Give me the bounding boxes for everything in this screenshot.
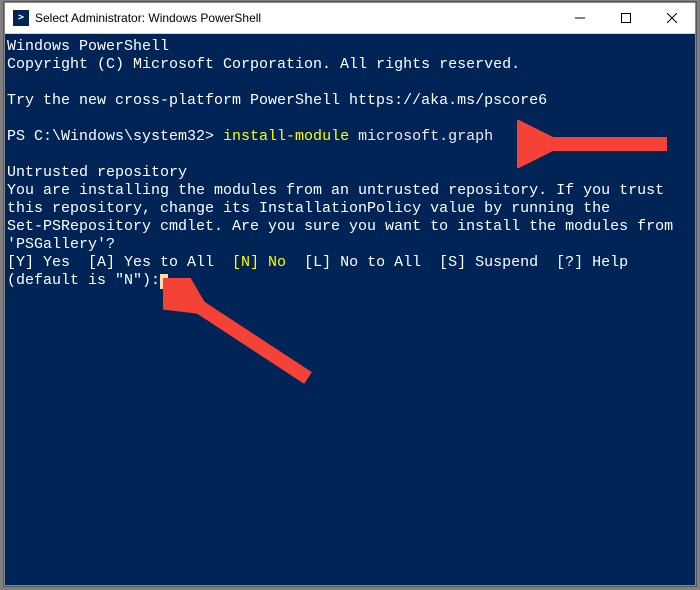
terminal-area[interactable]: Windows PowerShell Copyright (C) Microso… [5, 34, 695, 294]
warn-body: You are installing the modules from an u… [7, 182, 673, 253]
option-no: [N] No [232, 254, 286, 271]
maximize-button[interactable] [603, 3, 649, 34]
close-button[interactable] [649, 3, 695, 34]
option-help: [?] Help [556, 254, 628, 271]
option-yes-all: [A] Yes to All [88, 254, 232, 271]
annotation-arrow-2 [163, 278, 333, 398]
option-no-all: [L] No to All [286, 254, 439, 271]
default-hint: (default is "N"): [7, 272, 160, 289]
cmd-argument: microsoft.graph [349, 128, 493, 145]
powershell-window: Select Administrator: Windows PowerShell… [4, 2, 696, 586]
powershell-icon [13, 10, 29, 26]
window-title: Select Administrator: Windows PowerShell [35, 11, 557, 25]
warn-title: Untrusted repository [7, 164, 187, 181]
option-yes: [Y] Yes [7, 254, 88, 271]
ps-prompt: PS C:\Windows\system32> [7, 128, 223, 145]
ps-try-line: Try the new cross-platform PowerShell ht… [7, 92, 547, 109]
ps-header-line2: Copyright (C) Microsoft Corporation. All… [7, 56, 520, 73]
minimize-button[interactable] [557, 3, 603, 34]
titlebar[interactable]: Select Administrator: Windows PowerShell [5, 3, 695, 34]
ps-header-line1: Windows PowerShell [7, 38, 169, 55]
text-cursor [160, 274, 168, 289]
cmd-install-module: install-module [223, 128, 349, 145]
option-suspend: [S] Suspend [439, 254, 556, 271]
